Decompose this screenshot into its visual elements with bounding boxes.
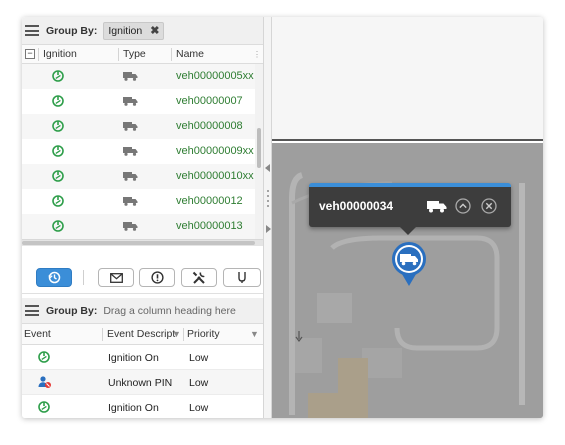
column-menu-icon[interactable]: ⋮ [253,45,261,64]
event-priority: Low [189,402,209,414]
event-row[interactable]: Unknown PIN Low [22,370,263,395]
event-row[interactable]: Ignition On Low [22,345,263,370]
vehicle-name: veh00000009xx [176,145,254,157]
ignition-on-icon [52,120,64,132]
close-icon[interactable] [481,198,497,214]
column-event[interactable]: Event [24,324,51,345]
vehicle-list: veh00000005xx veh00000007 veh00000008 ve… [22,64,255,239]
vehicle-name: veh00000005xx [176,70,254,82]
ignition-icon [38,351,50,363]
truck-icon [123,222,138,231]
vehicle-list-scrollbar[interactable] [255,64,263,239]
truck-icon [123,97,138,106]
ignition-icon [38,401,50,413]
collapse-all-icon[interactable]: − [25,49,35,59]
unknown-pin-icon [38,376,51,388]
vehicle-popup: veh00000034 [309,183,511,235]
tools-icon [192,271,205,284]
route-button[interactable] [223,268,261,287]
event-row[interactable]: Ignition On Low [22,395,263,418]
filter-icon[interactable]: ▼ [250,324,259,345]
route-icon [238,272,246,283]
tools-button[interactable] [181,268,217,287]
menu-icon[interactable] [25,305,39,316]
event-description: Unknown PIN [108,377,173,389]
history-button[interactable] [36,268,72,287]
vehicle-row[interactable]: veh00000012 [22,189,255,214]
ignition-on-icon [52,170,64,182]
column-priority[interactable]: Priority [187,324,220,345]
vehicle-row[interactable]: veh00000010xx [22,164,255,189]
events-group-by-bar: Group By: Drag a column heading here [22,298,263,324]
right-panel: veh00000034 [272,17,543,418]
column-name[interactable]: Name [176,45,204,64]
message-button[interactable] [98,268,134,287]
vehicle-name: veh00000010xx [176,170,254,182]
collapse-left-icon[interactable] [265,164,271,172]
vehicle-name: veh00000012 [176,195,243,207]
vehicle-list-hscrollbar[interactable] [22,239,263,246]
vehicle-row[interactable]: veh00000009xx [22,139,255,164]
truck-icon [123,147,138,156]
vehicles-column-header: − Ignition Type Name ⋮ [22,45,263,64]
map-view[interactable]: veh00000034 [272,143,543,418]
action-toolbar [22,246,263,294]
truck-icon [123,172,138,181]
event-description: Ignition On [108,352,159,364]
ignition-on-icon [52,95,64,107]
details-pane [272,17,543,141]
truck-icon [123,72,138,81]
group-by-label: Group By: [46,24,98,37]
left-panel: Group By: Ignition ✖ − Ignition Type Nam… [22,17,263,418]
event-description: Ignition On [108,402,159,414]
ignition-on-icon [52,220,64,232]
popup-vehicle-name: veh00000034 [319,199,394,213]
vehicle-name: veh00000007 [176,95,243,107]
remove-group-icon[interactable]: ✖ [150,24,159,37]
menu-icon[interactable] [25,25,39,36]
truck-icon [427,201,447,213]
ignition-on-icon [52,195,64,207]
truck-icon [123,122,138,131]
events-column-header: Event Event Descript ▼ Priority ▼ [22,324,263,345]
panel-splitter[interactable] [263,17,272,418]
truck-icon [123,197,138,206]
history-icon [47,271,60,284]
vehicle-row[interactable]: veh00000008 [22,114,255,139]
chevron-up-icon[interactable] [455,198,471,214]
column-event-description[interactable]: Event Descript [107,324,175,345]
alert-icon [150,271,164,284]
event-priority: Low [189,377,209,389]
vehicle-name: veh00000008 [176,120,243,132]
vehicle-map-marker-icon[interactable] [391,241,427,287]
event-priority: Low [189,352,209,364]
vehicle-row[interactable]: veh00000007 [22,89,255,114]
popup-pointer [400,227,416,235]
column-ignition[interactable]: Ignition [43,45,77,64]
tracking-app: Group By: Ignition ✖ − Ignition Type Nam… [22,17,543,418]
alert-button[interactable] [139,268,175,287]
ignition-on-icon [52,70,64,82]
column-type[interactable]: Type [123,45,146,64]
message-icon [109,272,123,283]
filter-icon[interactable]: ▼ [172,324,181,345]
vehicles-group-by-bar: Group By: Ignition ✖ [22,17,263,45]
vehicle-row[interactable]: veh00000005xx [22,64,255,89]
ignition-on-icon [52,145,64,157]
vehicle-name: veh00000013 [176,220,243,232]
group-by-chip-ignition[interactable]: Ignition ✖ [103,21,165,40]
group-by-drop-hint[interactable]: Drag a column heading here [103,305,236,317]
vehicle-row[interactable]: veh00000013 [22,214,255,239]
group-by-label: Group By: [46,304,98,317]
group-by-chip-label: Ignition [108,24,143,37]
